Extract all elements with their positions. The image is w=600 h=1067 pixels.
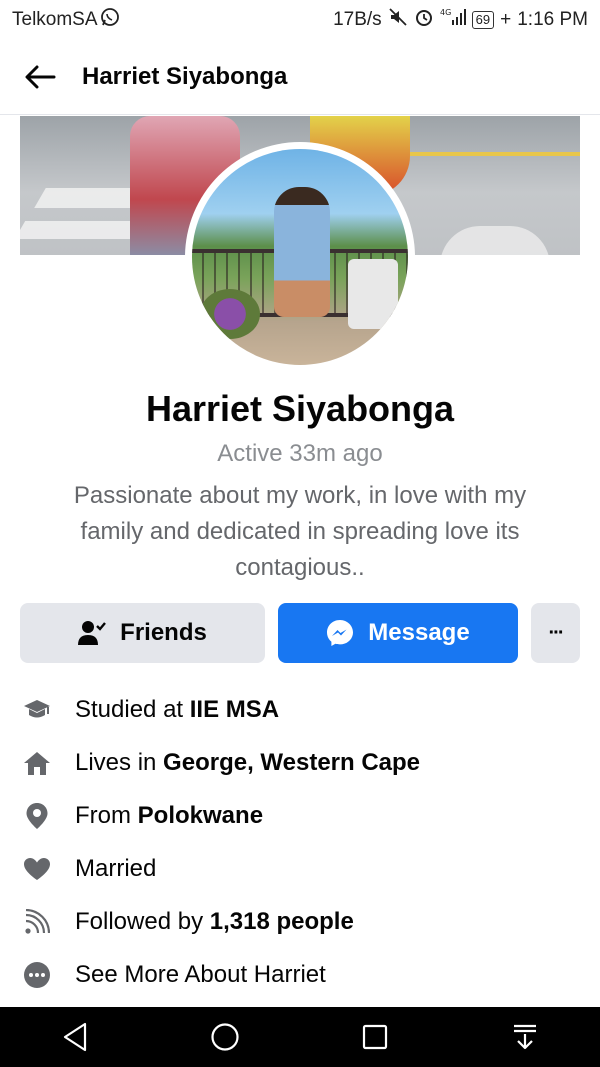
info-row-education: Studied at IIE MSA — [20, 683, 580, 736]
info-row-hometown: From Polokwane — [20, 789, 580, 842]
heart-icon — [20, 852, 54, 886]
graduation-cap-icon — [20, 693, 54, 727]
relationship-status: Married — [75, 854, 157, 882]
avatar-flowers — [200, 289, 260, 339]
info-row-followers: Followed by 1,318 people — [20, 895, 580, 948]
intro-info-list: Studied at IIE MSA Lives in George, West… — [20, 683, 580, 1001]
header-title: Harriet Siyabonga — [82, 63, 288, 90]
signal-label: 4G — [440, 8, 451, 17]
nav-back-icon — [63, 1022, 87, 1052]
profile-bio: Passionate about my work, in love with m… — [73, 482, 527, 581]
avatar-frame — [185, 142, 415, 372]
education-school[interactable]: IIE MSA — [190, 696, 279, 724]
back-arrow-icon — [25, 65, 56, 89]
cover-road-line — [400, 152, 580, 156]
status-bar: TelkomSA 17B/s 4G 69 + 1:16 PM — [0, 0, 600, 40]
profile-actions: Friends Message ··· — [20, 603, 580, 663]
friend-check-icon — [78, 621, 107, 645]
rss-feed-icon — [20, 905, 54, 939]
cover-road-marking — [440, 226, 550, 255]
education-prefix: Studied at — [75, 695, 190, 723]
house-icon — [20, 746, 54, 780]
alarm-icon — [414, 7, 434, 33]
followers-prefix: Followed by — [75, 907, 210, 935]
net-speed: 17B/s — [333, 9, 382, 30]
avatar-planter — [348, 259, 398, 329]
clock: 1:16 PM — [517, 9, 588, 30]
charging-icon: + — [500, 9, 512, 30]
messenger-icon — [327, 620, 354, 646]
nav-notifications-icon — [514, 1024, 536, 1050]
info-row-residence: Lives in George, Western Cape — [20, 736, 580, 789]
hometown-prefix: From — [75, 801, 138, 829]
message-button[interactable]: Message — [278, 603, 518, 663]
signal-icon: 4G — [440, 7, 466, 33]
residence-city[interactable]: George, Western Cape — [163, 749, 420, 777]
nav-recents-button[interactable] — [345, 1007, 405, 1067]
more-options-button[interactable]: ··· — [531, 603, 580, 663]
back-button[interactable] — [20, 57, 60, 97]
nav-notifications-button[interactable] — [495, 1007, 555, 1067]
app-header: Harriet Siyabonga — [0, 40, 600, 115]
more-circle-icon — [20, 958, 54, 992]
followers-count[interactable]: 1,318 people — [210, 908, 354, 936]
nav-back-button[interactable] — [45, 1007, 105, 1067]
more-dots-icon: ··· — [548, 621, 565, 644]
residence-prefix: Lives in — [75, 748, 164, 776]
friends-button[interactable]: Friends — [20, 603, 265, 663]
nav-recents-icon — [362, 1024, 388, 1050]
location-pin-icon — [20, 799, 54, 833]
nav-home-button[interactable] — [195, 1007, 255, 1067]
battery-icon: 69 — [471, 11, 495, 29]
status-left: TelkomSA — [12, 7, 120, 33]
system-nav-bar — [0, 1007, 600, 1067]
status-right: 17B/s 4G 69 + 1:16 PM — [333, 7, 588, 33]
profile-name: Harriet Siyabonga — [145, 388, 455, 429]
whatsapp-icon — [100, 7, 120, 33]
see-more-about-link[interactable]: See More About Harriet — [75, 961, 326, 989]
message-label: Message — [368, 619, 470, 646]
avatar-person — [274, 187, 330, 317]
mute-icon — [388, 7, 408, 33]
info-row-see-more[interactable]: See More About Harriet — [20, 948, 580, 1001]
nav-home-icon — [211, 1023, 239, 1051]
hometown-city[interactable]: Polokwane — [138, 802, 263, 830]
info-row-relationship: Married — [20, 842, 580, 895]
active-status: Active 33m ago — [217, 440, 383, 467]
friends-label: Friends — [120, 619, 207, 646]
carrier-name: TelkomSA — [12, 9, 98, 30]
profile-picture[interactable] — [192, 149, 408, 365]
